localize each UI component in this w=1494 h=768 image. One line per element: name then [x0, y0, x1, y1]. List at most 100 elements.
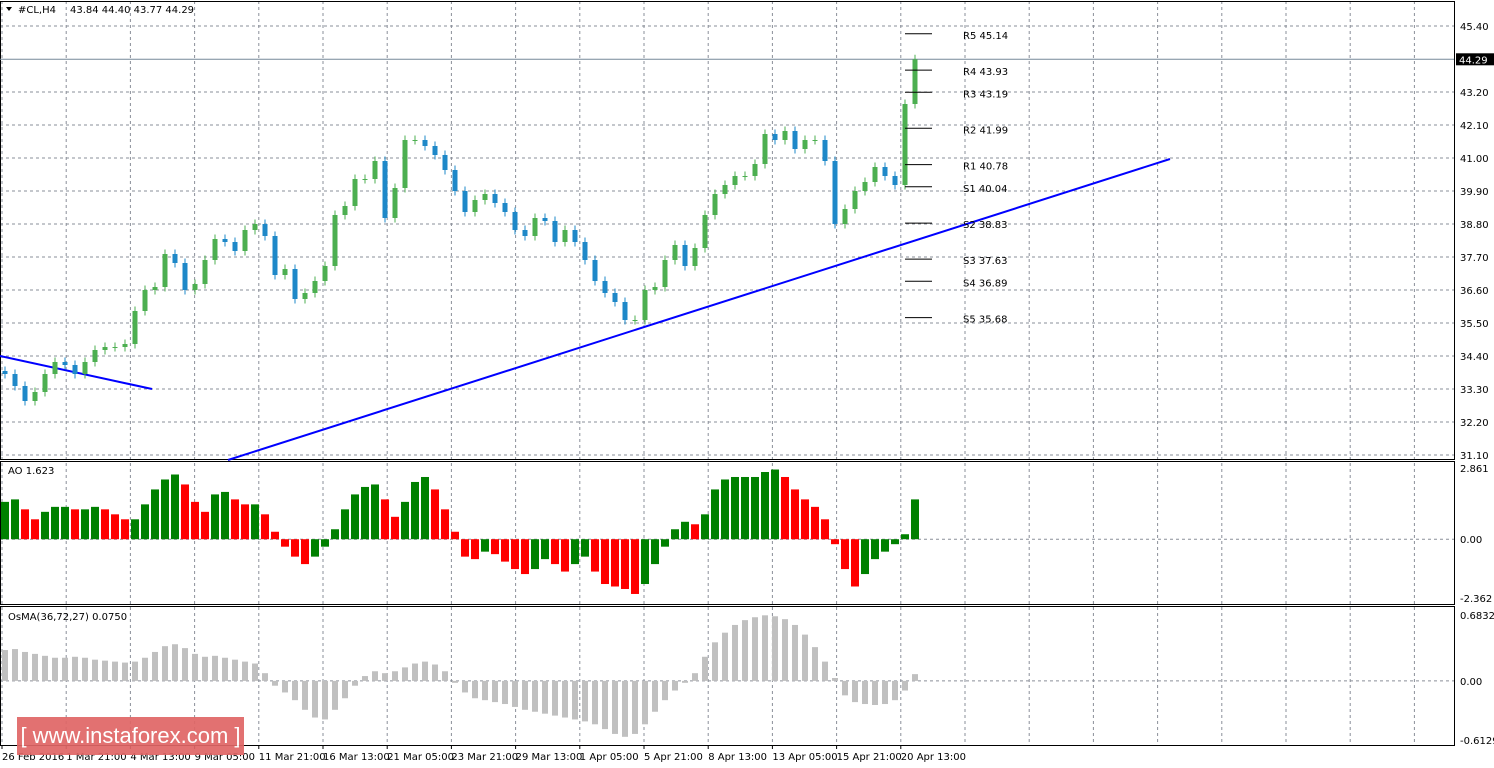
- candle-body: [652, 287, 658, 290]
- osma-bar: [12, 649, 18, 681]
- osma-bar: [602, 680, 608, 730]
- candle-body: [162, 254, 168, 287]
- osma-bar: [452, 680, 458, 683]
- osma-bar: [122, 662, 128, 681]
- ao-bar: [381, 499, 389, 540]
- candle-body: [252, 224, 258, 230]
- price-tick-label: 45.40: [1460, 22, 1489, 33]
- ao-bar: [581, 539, 589, 557]
- ao-bar: [391, 516, 399, 540]
- osma-bar: [652, 680, 658, 712]
- ao-title: AO 1.623: [8, 466, 54, 477]
- candle-body: [292, 269, 298, 299]
- ao-bar: [561, 539, 569, 572]
- ao-bar: [71, 509, 79, 540]
- ao-bar: [291, 539, 299, 557]
- osma-bar: [242, 661, 248, 681]
- osma-bar: [492, 680, 498, 703]
- ao-bar: [911, 499, 919, 540]
- ao-bar: [111, 514, 119, 540]
- chart-canvas: 45.40 43.20 42.10 41.00 39.90 38.80 37.70 36.60…: [0, 1, 1494, 763]
- symbol-label: #CL,H4: [18, 5, 56, 16]
- candle-body: [892, 176, 898, 185]
- osma-bar: [502, 680, 508, 705]
- ao-bar: [461, 539, 469, 557]
- ao-bar: [11, 499, 19, 540]
- ao-bar: [511, 539, 519, 570]
- ao-bar: [601, 539, 609, 585]
- pivot-label: S3 37.63: [963, 256, 1008, 267]
- ao-bar: [621, 539, 629, 589]
- osma-bar: [552, 680, 558, 716]
- ao-bar: [821, 519, 829, 540]
- candle-body: [772, 134, 778, 140]
- osma-bar: [52, 657, 58, 681]
- time-tick-label: 5 Apr 21:00: [644, 752, 703, 763]
- triangle-down-icon: [6, 7, 12, 11]
- price-tick-label: 42.10: [1460, 121, 1489, 132]
- candle-body: [212, 239, 218, 260]
- ao-bar: [861, 539, 869, 575]
- ao-bar: [661, 539, 669, 547]
- candle-body: [102, 347, 108, 350]
- candle-body: [222, 239, 228, 242]
- candle-body: [852, 191, 858, 209]
- ao-bar: [61, 506, 69, 540]
- osma-bar: [812, 647, 818, 681]
- price-tick-label: 39.90: [1460, 187, 1489, 198]
- osma-bar: [702, 656, 708, 681]
- pivot-label: R4 43.93: [963, 67, 1008, 78]
- osma-bar: [132, 661, 138, 681]
- ao-bar: [301, 539, 309, 565]
- osma-bar: [32, 653, 38, 681]
- osma-bar: [412, 663, 418, 681]
- ao-bar: [141, 504, 149, 540]
- osma-bar: [292, 680, 298, 701]
- osma-bar: [832, 677, 838, 681]
- ao-bar: [351, 494, 359, 540]
- candle-body: [752, 164, 758, 176]
- ao-bar: [51, 506, 59, 540]
- osma-bar: [392, 671, 398, 681]
- candle-body: [282, 269, 288, 275]
- osma-bar: [272, 680, 278, 686]
- price-tick-label: 32.20: [1460, 418, 1489, 429]
- ao-bar: [271, 531, 279, 540]
- candle-body: [682, 245, 688, 266]
- ao-bar: [1, 501, 9, 540]
- ao-bar: [31, 519, 39, 540]
- candle-body: [422, 140, 428, 146]
- ao-bar: [761, 472, 769, 540]
- candle-body: [802, 140, 808, 149]
- ao-bar: [901, 534, 909, 540]
- candle-body: [912, 59, 918, 104]
- ao-bar: [541, 539, 549, 560]
- candle-body: [202, 260, 208, 284]
- candle-body: [672, 245, 678, 260]
- time-tick-label: 8 Apr 13:00: [708, 752, 767, 763]
- candle-body: [722, 185, 728, 194]
- pivot-label: R3 43.19: [963, 89, 1008, 100]
- candle-body: [882, 167, 888, 176]
- ao-bar: [671, 529, 679, 540]
- ao-bar: [741, 476, 749, 540]
- indicator-tick-label: -2.362: [1460, 594, 1492, 605]
- candle-body: [472, 200, 478, 212]
- ao-bar: [281, 539, 289, 547]
- candle-body: [732, 176, 738, 185]
- indicator-tick-label: 2.861: [1460, 464, 1489, 475]
- ao-bar: [151, 489, 159, 540]
- osma-bar: [182, 648, 188, 681]
- ao-bar: [361, 486, 369, 540]
- candle-body: [522, 230, 528, 236]
- ao-bar: [331, 529, 339, 540]
- pivot-label: R1 40.78: [963, 162, 1008, 173]
- candle-body: [842, 209, 848, 224]
- osma-bar: [262, 673, 268, 681]
- ao-bar: [551, 539, 559, 565]
- osma-bar: [212, 655, 218, 681]
- ao-bar: [421, 476, 429, 540]
- ao-bar: [471, 539, 479, 560]
- ao-bar: [491, 539, 499, 555]
- osma-bar: [892, 680, 898, 701]
